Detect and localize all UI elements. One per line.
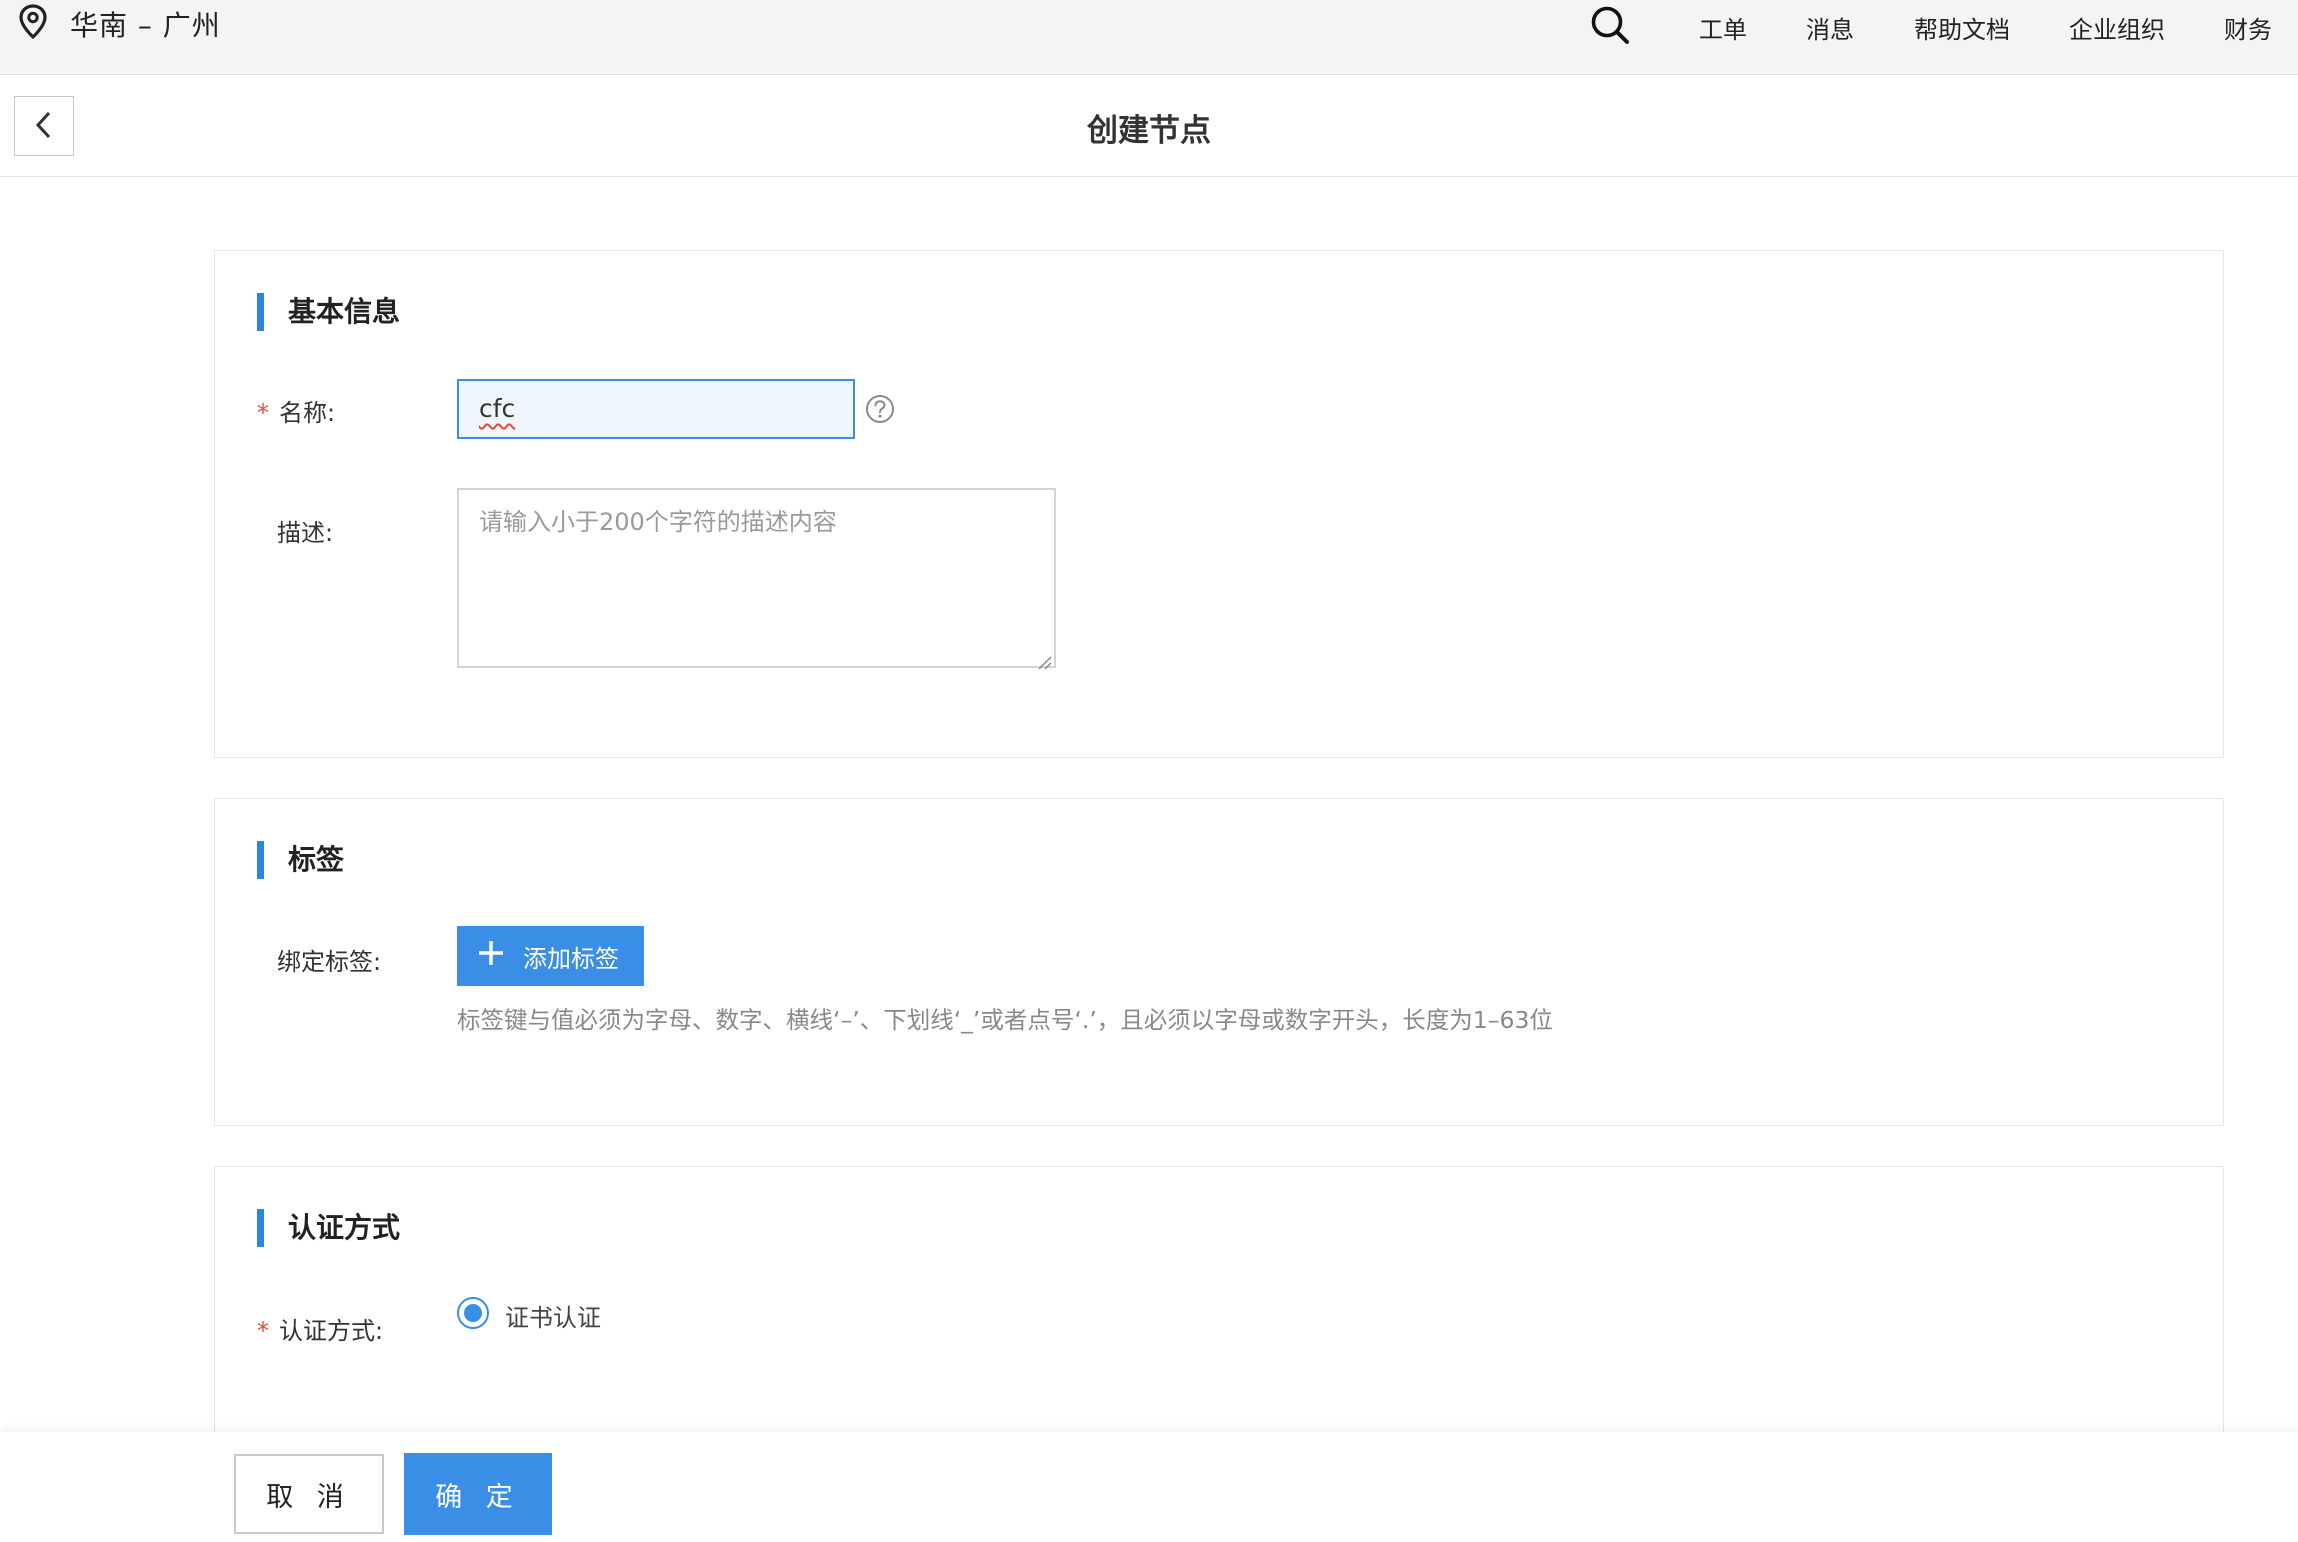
cancel-button[interactable]: 取 消 [234, 1454, 384, 1534]
basic-info-card: 基本信息 * 名称: cfc 描述: 请输入小于200个字符的描述内容 [214, 250, 2224, 758]
add-tag-label: 添加标签 [523, 945, 619, 973]
auth-method-label: * 认证方式: [257, 1317, 384, 1345]
nav-finance[interactable]: 财务 [2224, 10, 2272, 45]
bind-tags-label: 绑定标签: [277, 948, 382, 976]
plus-icon [477, 939, 505, 974]
region-label: 华南 – 广州 [70, 9, 221, 42]
basic-info-title: 基本信息 [257, 293, 400, 331]
description-textarea[interactable]: 请输入小于200个字符的描述内容 [457, 488, 1056, 670]
nav-tickets[interactable]: 工单 [1699, 10, 1747, 45]
description-label: 描述: [277, 519, 334, 547]
tags-title: 标签 [257, 841, 344, 879]
auth-title: 认证方式 [257, 1209, 400, 1247]
footer-bar: 取 消 确 定 [0, 1432, 2298, 1542]
required-mark: * [257, 399, 269, 427]
name-input[interactable]: cfc [457, 379, 855, 439]
required-mark: * [257, 1317, 269, 1345]
tag-rules-hint: 标签键与值必须为字母、数字、横线‘–’、下划线‘_’或者点号‘.’，且必须以字母… [457, 1006, 1553, 1034]
add-tag-button[interactable]: 添加标签 [457, 926, 644, 986]
page-title: 创建节点 [1087, 113, 1211, 149]
certificate-auth-radio[interactable] [457, 1297, 489, 1329]
resize-handle-icon[interactable] [1036, 648, 1052, 670]
nav-organization[interactable]: 企业组织 [2069, 10, 2165, 45]
page-header: 创建节点 [0, 75, 2298, 177]
confirm-button[interactable]: 确 定 [404, 1453, 552, 1535]
location-pin-icon [18, 4, 48, 44]
nav-messages[interactable]: 消息 [1806, 10, 1854, 45]
name-label: * 名称: [257, 399, 336, 427]
nav-help-docs[interactable]: 帮助文档 [1914, 10, 2010, 45]
question-circle-icon[interactable] [865, 394, 895, 424]
tags-card: 标签 绑定标签: 添加标签 标签键与值必须为字母、数字、横线‘–’、下划线‘_’… [214, 798, 2224, 1126]
name-input-value: cfc [479, 394, 516, 423]
search-icon[interactable] [1588, 3, 1632, 47]
certificate-auth-label[interactable]: 证书认证 [505, 1298, 601, 1333]
region-selector[interactable]: 华南 – 广州 [18, 4, 221, 44]
top-bar: 华南 – 广州 工单 消息 帮助文档 企业组织 财务 [0, 0, 2298, 75]
description-placeholder: 请输入小于200个字符的描述内容 [479, 508, 837, 536]
